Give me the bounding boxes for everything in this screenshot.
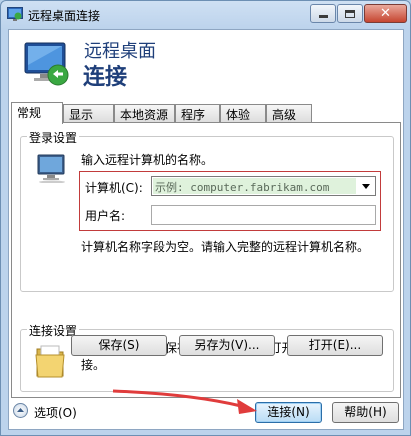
maximize-icon: [345, 9, 355, 18]
computer-placeholder[interactable]: 示例: computer.fabrikam.com: [153, 178, 356, 194]
close-button[interactable]: ✕: [364, 4, 407, 23]
computer-label: 计算机(C):: [85, 181, 143, 195]
username-label: 用户名:: [85, 209, 126, 223]
minimize-icon: [318, 15, 328, 18]
minimize-button[interactable]: [310, 4, 336, 23]
login-settings-group: 登录设置 输入远程计算机的名称。 计算机(C): 示例: computer.fa…: [20, 129, 394, 292]
open-button[interactable]: 打开(E)...: [287, 335, 383, 356]
tab-general[interactable]: 常规: [11, 102, 63, 124]
options-toggle[interactable]: 选项(O): [34, 404, 77, 421]
dialog-client-area: 远程桌面 连接 常规 显示 本地资源 程序 体验 高级 登录设置 输入远程计算机: [8, 29, 404, 430]
tab-advanced[interactable]: 高级: [266, 104, 312, 123]
tab-strip: 常规 显示 本地资源 程序 体验 高级: [9, 102, 403, 124]
connect-button[interactable]: 连接(N): [255, 402, 322, 423]
folder-icon: [35, 345, 65, 378]
computer-combobox[interactable]: 示例: computer.fabrikam.com: [151, 176, 376, 196]
title-bar[interactable]: 远程桌面连接 ✕: [1, 1, 410, 29]
tab-display[interactable]: 显示: [63, 104, 114, 123]
close-icon: ✕: [380, 6, 391, 21]
dialog-header: 远程桌面 连接: [9, 30, 403, 100]
options-expand-icon[interactable]: [13, 403, 28, 418]
login-settings-title: 登录设置: [27, 129, 80, 146]
highlighted-input-area: 计算机(C): 示例: computer.fabrikam.com 用户名:: [79, 171, 381, 231]
remote-desktop-app-icon: [7, 7, 23, 21]
computer-monitor-icon: [37, 154, 65, 183]
help-button[interactable]: 帮助(H): [332, 402, 399, 423]
general-tab-panel: 登录设置 输入远程计算机的名称。 计算机(C): 示例: computer.fa…: [11, 122, 401, 398]
window-title: 远程桌面连接: [28, 9, 101, 23]
empty-computer-hint: 计算机名称字段为空。请输入完整的远程计算机名称。: [81, 240, 370, 254]
header-title-line2: 连接: [83, 65, 128, 90]
tab-experience[interactable]: 体验: [220, 104, 266, 123]
username-input[interactable]: [151, 205, 376, 225]
remote-desktop-monitor-icon: [24, 42, 69, 86]
tab-programs[interactable]: 程序: [175, 104, 220, 123]
login-prompt: 输入远程计算机的名称。: [81, 153, 214, 167]
save-button[interactable]: 保存(S): [71, 335, 167, 356]
dropdown-arrow-icon[interactable]: [358, 178, 373, 194]
tab-local-resources[interactable]: 本地资源: [114, 104, 175, 123]
save-as-button[interactable]: 另存为(V)...: [179, 335, 275, 356]
maximize-button[interactable]: [337, 4, 363, 23]
remote-desktop-window: 远程桌面连接 ✕ 远程桌面 连接 常规 显示 本地资源 程序 体验 高级 登录设…: [0, 0, 411, 436]
